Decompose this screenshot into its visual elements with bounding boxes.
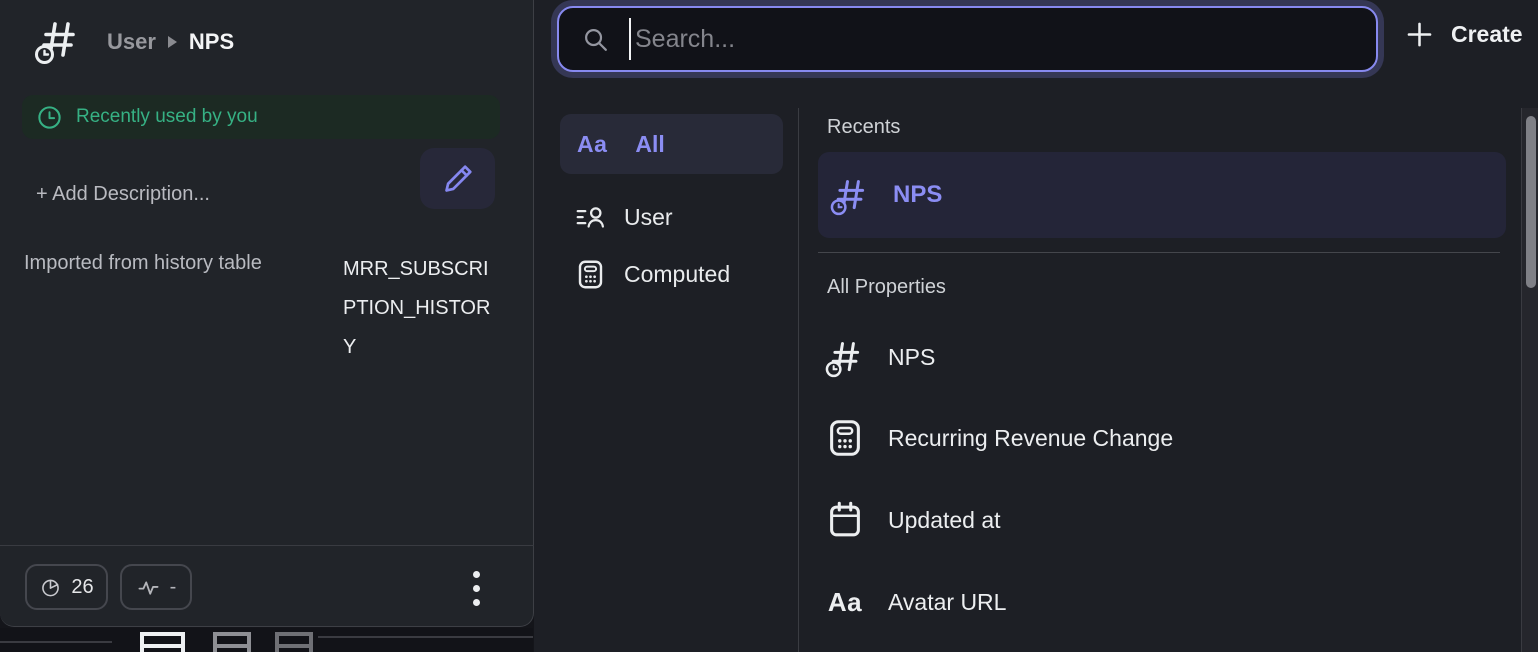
pencil-icon (439, 160, 477, 198)
more-options-button[interactable] (460, 566, 492, 610)
property-picker-screen: User NPS Recently used by you + Add Desc… (0, 0, 1538, 652)
scrollbar-thumb[interactable] (1526, 116, 1536, 288)
create-button-label: Create (1451, 21, 1523, 48)
background-line (318, 636, 533, 638)
add-description-button[interactable]: + Add Description... (36, 183, 210, 206)
property-row-label: Updated at (888, 507, 1001, 534)
calculator-icon (824, 417, 866, 459)
filter-tab-label: All (635, 131, 664, 158)
status-badge-label: Recently used by you (76, 106, 258, 128)
recents-section-header: Recents (827, 116, 900, 139)
section-divider (818, 252, 1500, 253)
text-aa-icon: Aa (577, 131, 607, 158)
background-line (0, 641, 112, 643)
import-source-value: MRR_SUBSCRIPTION_HISTORY (343, 250, 501, 367)
breadcrumb-parent[interactable]: User (107, 29, 156, 55)
numeric-property-recent-icon (33, 15, 83, 65)
background-shape (140, 632, 185, 652)
filter-tab-all[interactable]: Aa All (560, 114, 783, 174)
filter-tab-label: User (624, 204, 673, 231)
breadcrumb-current: NPS (189, 29, 234, 55)
property-row-label: Avatar URL (888, 589, 1006, 616)
recent-item-label: NPS (893, 181, 942, 209)
text-aa-icon: Aa (824, 581, 866, 623)
all-properties-section-header: All Properties (827, 276, 946, 299)
numeric-property-recent-icon (824, 336, 866, 378)
filter-tab-computed[interactable]: Computed (560, 250, 783, 298)
kebab-dot (473, 571, 480, 578)
kebab-dot (473, 585, 480, 592)
chevron-right-icon (168, 36, 177, 48)
property-row-label: Recurring Revenue Change (888, 425, 1173, 452)
background-shape (213, 632, 251, 652)
user-list-icon (574, 201, 607, 234)
calculator-icon (574, 258, 607, 291)
pie-chart-icon (39, 576, 62, 599)
results-divider-vertical (798, 108, 799, 652)
create-button[interactable]: Create (1404, 19, 1523, 50)
chart-count-value: 26 (71, 576, 93, 599)
panel-footer-divider (0, 545, 534, 546)
chart-count-badge[interactable]: 26 (25, 564, 108, 610)
background-app-strip (0, 628, 533, 652)
property-row-avatar-url[interactable]: Aa Avatar URL (818, 561, 1506, 643)
trend-value: - (170, 576, 177, 599)
trend-badge[interactable]: - (120, 564, 192, 610)
numeric-property-recent-icon (829, 174, 871, 216)
property-row-label: NPS (888, 344, 935, 371)
plus-icon (1404, 19, 1435, 50)
clock-icon (36, 104, 63, 131)
property-detail-panel: User NPS Recently used by you + Add Desc… (0, 0, 534, 627)
edit-description-button[interactable] (420, 148, 495, 209)
property-row-nps[interactable]: NPS (818, 316, 1506, 398)
property-row-recurring-revenue-change[interactable]: Recurring Revenue Change (818, 397, 1506, 479)
filter-tab-user[interactable]: User (560, 193, 783, 241)
recent-item-nps[interactable]: NPS (818, 152, 1506, 238)
scrollbar-track (1521, 108, 1538, 652)
background-shape (275, 632, 313, 652)
search-bar (557, 6, 1378, 72)
import-source-label: Imported from history table (24, 252, 324, 275)
calendar-icon (824, 499, 866, 541)
search-icon (580, 24, 611, 55)
status-badge: Recently used by you (22, 95, 500, 139)
pulse-icon (136, 575, 161, 600)
search-input[interactable] (631, 25, 1358, 54)
kebab-dot (473, 599, 480, 606)
filter-tab-label: Computed (624, 261, 730, 288)
property-row-updated-at[interactable]: Updated at (818, 479, 1506, 561)
breadcrumb: User NPS (107, 29, 234, 55)
